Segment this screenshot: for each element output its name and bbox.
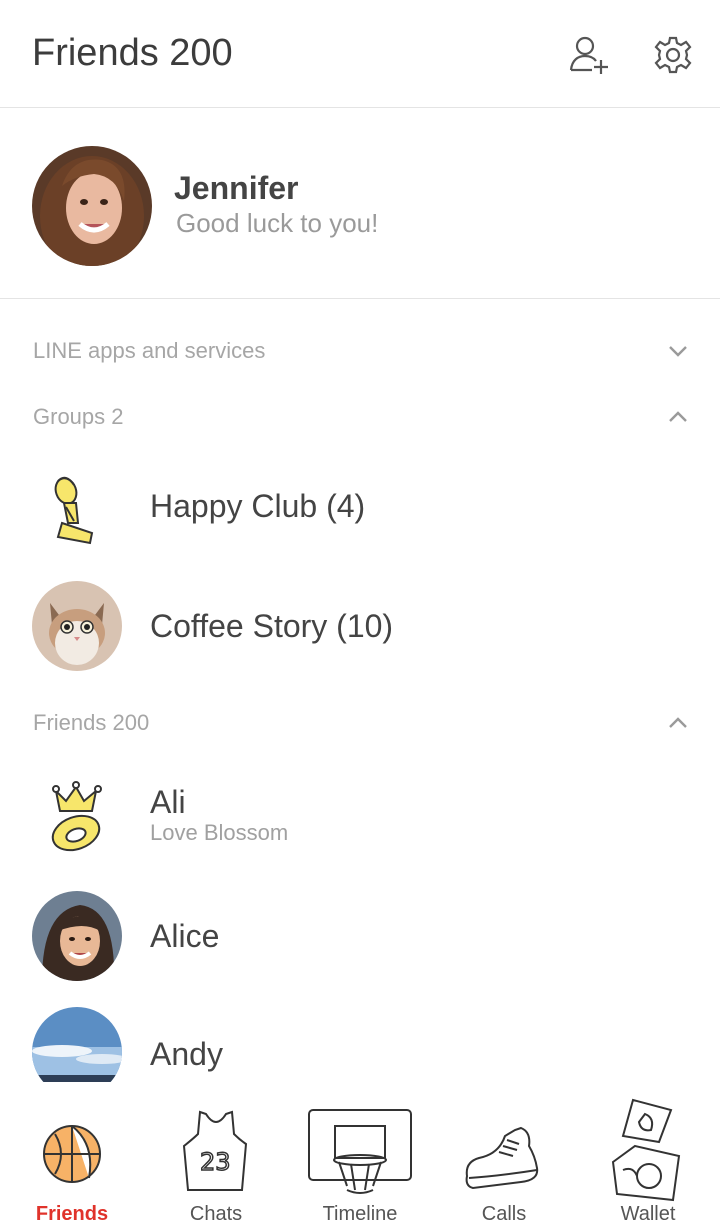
- cat-avatar: [32, 581, 122, 671]
- basketball-icon: [0, 1096, 144, 1206]
- tab-timeline[interactable]: Timeline: [288, 1082, 432, 1232]
- avatar: [32, 146, 152, 266]
- tab-wallet[interactable]: Wallet: [576, 1082, 720, 1232]
- tab-label: Wallet: [620, 1203, 676, 1225]
- crown-icon: [32, 771, 122, 861]
- tab-label: Friends: [35, 1203, 109, 1225]
- profile-status: Good luck to you!: [176, 208, 379, 238]
- tab-friends[interactable]: Friends: [0, 1082, 144, 1232]
- sneaker-icon: [432, 1096, 576, 1206]
- section-friends[interactable]: Friends 200: [0, 698, 720, 748]
- group-row-happy-club[interactable]: Happy Club (4): [0, 458, 720, 558]
- hoop-icon: [288, 1096, 432, 1206]
- group-name: Happy Club (4): [150, 488, 366, 524]
- section-label: Friends 200: [33, 710, 150, 735]
- add-friend-icon[interactable]: [568, 34, 610, 76]
- friend-row-ali[interactable]: Ali Love Blossom: [0, 766, 720, 866]
- friend-name: Alice: [150, 918, 220, 954]
- court-icon: [576, 1096, 720, 1206]
- chevron-up-icon[interactable]: [664, 712, 692, 734]
- friend-name: Andy: [150, 1036, 223, 1072]
- section-label: LINE apps and services: [33, 338, 266, 363]
- group-row-coffee-story[interactable]: Coffee Story (10): [0, 576, 720, 676]
- trophy-icon: [32, 463, 122, 553]
- tab-calls[interactable]: Calls: [432, 1082, 576, 1232]
- woman-avatar: [32, 891, 122, 981]
- friend-name: Ali: [150, 784, 186, 820]
- tab-label: Calls: [481, 1203, 527, 1225]
- my-profile[interactable]: Jennifer Good luck to you!: [0, 108, 720, 299]
- svg-text:23: 23: [200, 1148, 231, 1176]
- chevron-up-icon[interactable]: [664, 406, 692, 428]
- friend-row-alice[interactable]: Alice: [0, 886, 720, 986]
- gear-icon[interactable]: [652, 34, 694, 76]
- section-groups[interactable]: Groups 2: [0, 392, 720, 442]
- bottom-tab-bar: Friends 23 Chats Timeline Calls Wallet: [0, 1082, 720, 1232]
- top-header: Friends 200: [0, 0, 720, 108]
- tab-chats[interactable]: 23 Chats: [144, 1082, 288, 1232]
- chevron-down-icon[interactable]: [664, 340, 692, 362]
- page-title: Friends 200: [32, 32, 233, 74]
- section-label: Groups 2: [33, 404, 124, 429]
- profile-name: Jennifer: [174, 170, 299, 206]
- section-line-apps[interactable]: LINE apps and services: [0, 326, 720, 376]
- tab-label: Chats: [189, 1203, 243, 1225]
- friend-status: Love Blossom: [150, 820, 289, 845]
- jersey-icon: 23: [144, 1096, 288, 1206]
- tab-label: Timeline: [322, 1203, 398, 1225]
- group-name: Coffee Story (10): [150, 608, 394, 644]
